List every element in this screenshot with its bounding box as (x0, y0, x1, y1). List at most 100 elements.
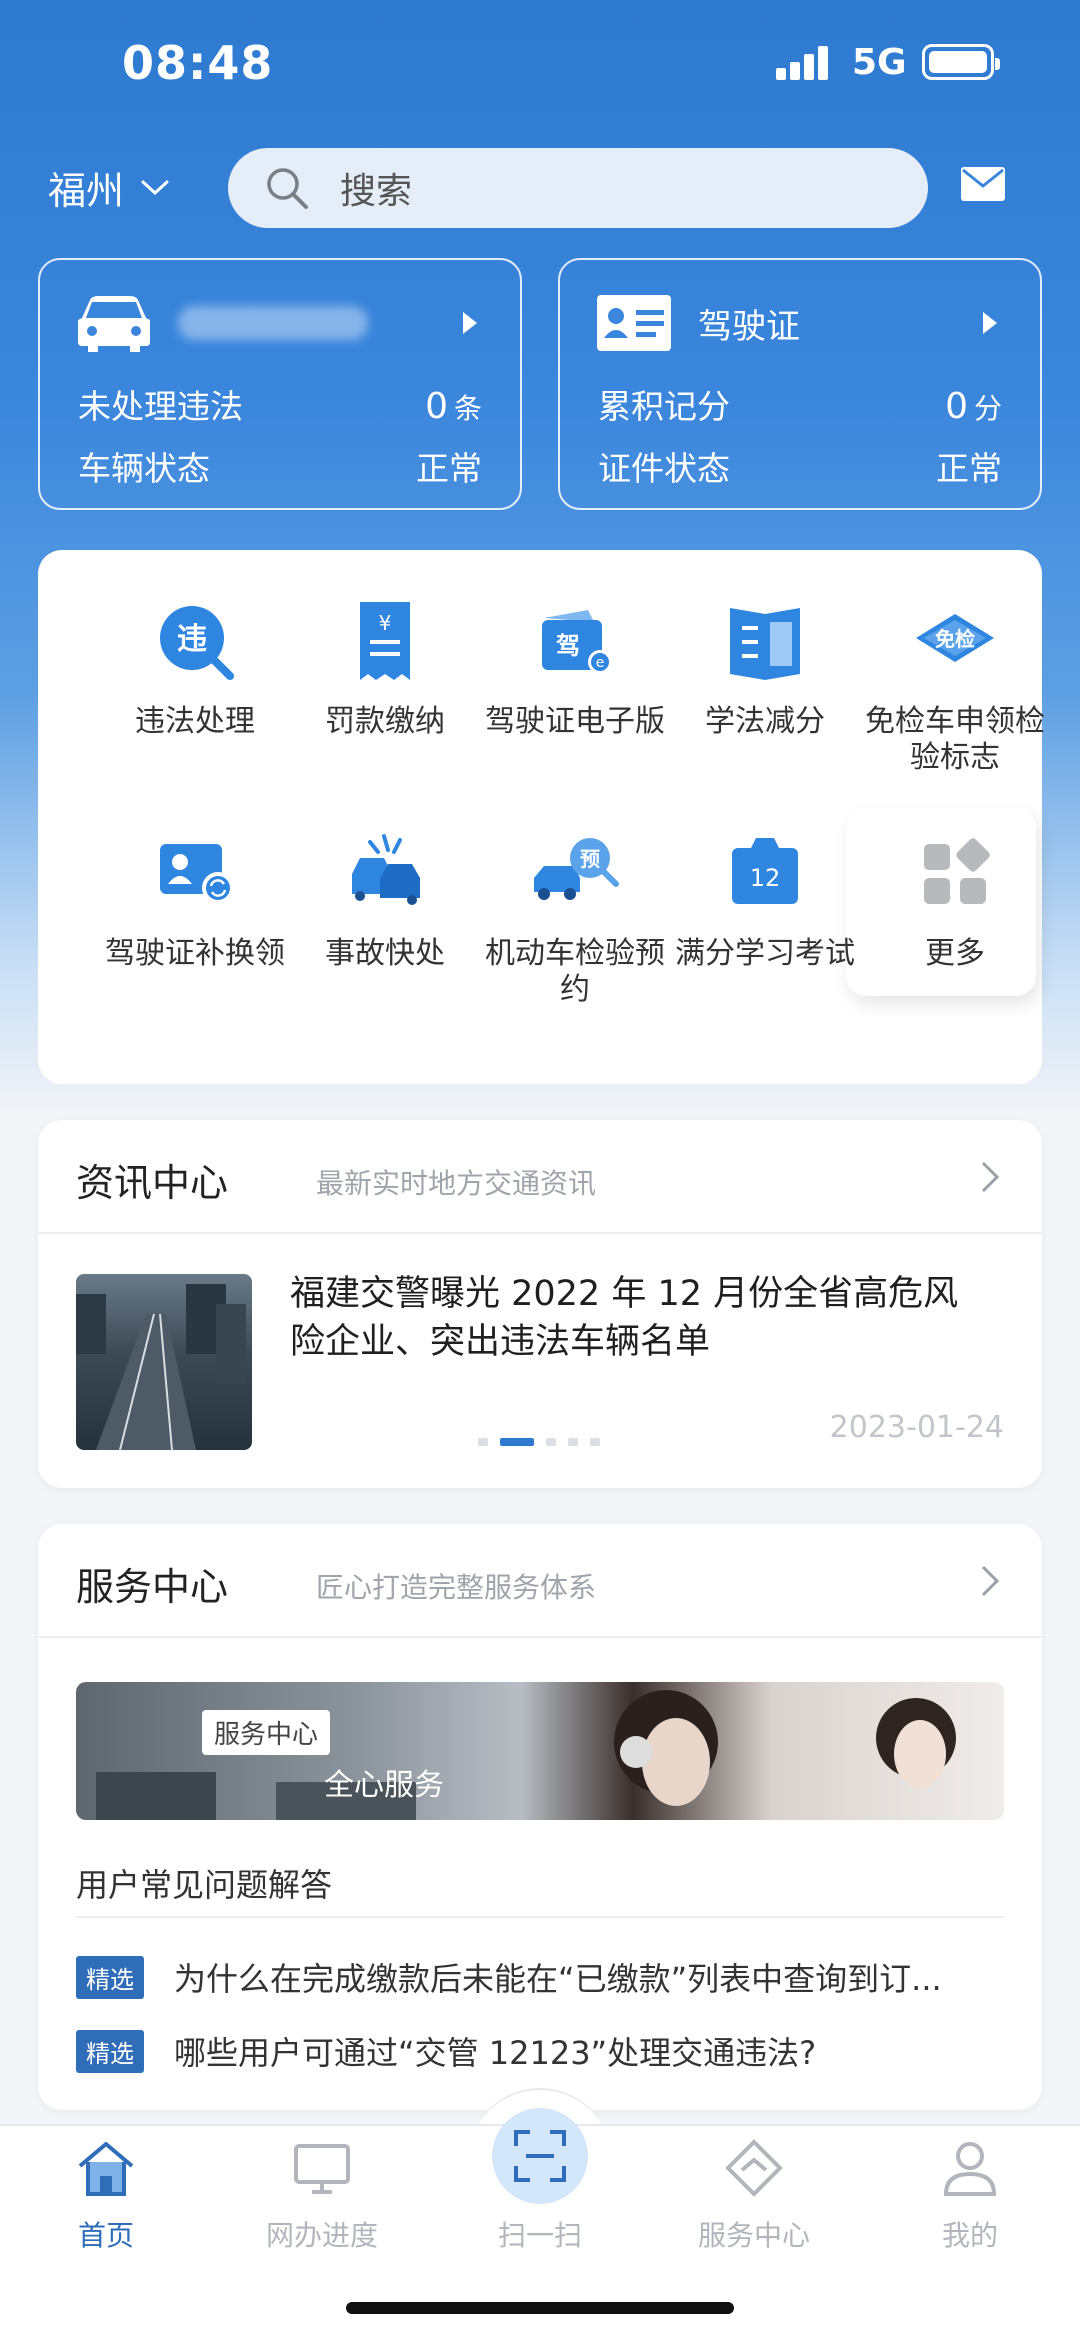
monitor-icon (294, 2144, 350, 2194)
svg-text:驾: 驾 (556, 632, 580, 660)
service-center-card: 服务中心 匠心打造完整服务体系 服务中心 全心服务 用户常见问题解答 精选 为什… (38, 1524, 1042, 2110)
service-study[interactable]: 学法减分 (670, 596, 860, 740)
home-icon (78, 2142, 134, 2196)
network-type: 5G (852, 42, 907, 83)
license-status-value: 正常 (936, 449, 1002, 488)
tab-home[interactable]: 首页 (6, 2136, 206, 2254)
banner-tag: 服务中心 (202, 1710, 331, 1755)
tab-progress[interactable]: 网办进度 (222, 2136, 422, 2254)
status-time: 08:48 (122, 36, 274, 90)
service-more[interactable]: 更多 (860, 828, 1050, 972)
points-value: 0 (945, 386, 968, 427)
vehicle-card[interactable]: 未处理违法 0条 车辆状态 正常 (38, 258, 522, 510)
service-violation[interactable]: 违 违法处理 (100, 596, 290, 740)
carousel-dots (478, 1438, 600, 1446)
divider (76, 1916, 1004, 1918)
tab-service-center[interactable]: 服务中心 (654, 2136, 854, 2254)
service-label: 学法减分 (705, 704, 825, 739)
service-label: 罚款缴纳 (325, 704, 445, 739)
featured-badge: 精选 (76, 1955, 144, 1999)
news-header[interactable]: 资讯中心 最新实时地方交通资讯 (38, 1120, 1042, 1234)
news-title: 资讯中心 (76, 1161, 229, 1205)
service-e-license[interactable]: 驾e 驾驶证电子版 (480, 596, 670, 740)
svg-text:e: e (596, 655, 605, 671)
license-card[interactable]: 驾驶证 累积记分 0分 证件状态 正常 (558, 258, 1042, 510)
more-grid-icon (924, 838, 990, 904)
carousel-dot-active (500, 1438, 534, 1446)
tab-label: 我的 (941, 2219, 998, 2252)
services-grid: 违 违法处理 ¥ 罚款缴纳 驾e 驾驶证电子版 学法减分 免检 免检车申领检验标… (38, 550, 1045, 1084)
vehicle-status-value: 正常 (416, 449, 482, 488)
scan-icon[interactable] (508, 2124, 572, 2188)
points-label: 累积记分 (598, 387, 730, 426)
search-bar[interactable]: 搜索 (228, 148, 928, 228)
city-selector[interactable]: 福州 (48, 160, 170, 215)
news-card: 资讯中心 最新实时地方交通资讯 福建交警曝光 2022 年 12 月份全省高危风… (38, 1120, 1042, 1488)
banner-text: 全心服务 (324, 1768, 444, 1803)
service-label: 违法处理 (135, 704, 255, 739)
license-replace-icon (160, 844, 234, 904)
license-plate-blurred (178, 306, 368, 340)
faq-item[interactable]: 精选 哪些用户可通过“交管 12123”处理交通违法? (76, 2028, 1004, 2074)
home-indicator (346, 2302, 734, 2314)
signal-icon (776, 44, 836, 80)
chevron-right-icon (981, 1161, 1000, 1193)
news-subtitle: 最新实时地方交通资讯 (316, 1167, 597, 1200)
service-inspection[interactable]: 预 机动车检验预约 (480, 828, 670, 1008)
service-fine[interactable]: ¥ 罚款缴纳 (290, 596, 480, 740)
news-headline[interactable]: 福建交警曝光 2022 年 12 月份全省高危风险企业、突出违法车辆名单 (290, 1270, 990, 1366)
svg-text:违: 违 (177, 622, 207, 657)
license-status-row: 证件状态 正常 (598, 442, 1002, 490)
points-row: 累积记分 0分 (598, 380, 1002, 428)
featured-badge: 精选 (76, 2029, 144, 2073)
violations-unit: 条 (453, 392, 482, 425)
service-center-subtitle: 匠心打造完整服务体系 (316, 1571, 597, 1604)
faq-item[interactable]: 精选 为什么在完成缴款后未能在“已缴款”列表中查询到订... (76, 1954, 1004, 2000)
service-license-replace[interactable]: 驾驶证补换领 (100, 828, 290, 972)
e-license-icon: 驾e (542, 610, 612, 674)
service-label: 更多 (925, 936, 985, 971)
exempt-badge-icon: 免检 (916, 614, 994, 662)
service-label: 驾驶证补换领 (105, 936, 285, 971)
tab-profile[interactable]: 我的 (870, 2136, 1070, 2254)
tab-label: 服务中心 (697, 2219, 810, 2252)
service-label: 事故快处 (325, 936, 445, 971)
tab-label: 扫一扫 (497, 2219, 582, 2252)
service-center-title: 服务中心 (76, 1565, 229, 1609)
service-label: 免检车申领检验标志 (865, 704, 1045, 775)
service-exempt[interactable]: 免检 免检车申领检验标志 (860, 596, 1050, 776)
vehicle-status-label: 车辆状态 (78, 449, 210, 488)
chevron-right-icon (983, 312, 997, 334)
inspection-icon: 预 (534, 838, 619, 900)
id-card-icon (597, 295, 671, 351)
carousel-dot (546, 1438, 556, 1446)
tab-label: 网办进度 (265, 2219, 378, 2252)
faq-title: 用户常见问题解答 (76, 1866, 333, 1904)
faq-question: 为什么在完成缴款后未能在“已缴款”列表中查询到订... (174, 1960, 942, 1998)
violations-value: 0 (425, 386, 448, 427)
violation-icon: 违 (160, 606, 234, 680)
carousel-dot (590, 1438, 600, 1446)
fine-icon: ¥ (360, 602, 410, 680)
chevron-down-icon (141, 180, 169, 195)
battery-icon (922, 44, 1000, 80)
search-placeholder: 搜索 (340, 171, 413, 212)
service-label: 机动车检验预约 (485, 936, 665, 1007)
tab-label: 首页 (77, 2219, 134, 2252)
service-full-score[interactable]: 12 满分学习考试 (670, 828, 860, 972)
license-status-label: 证件状态 (598, 449, 730, 488)
carousel-dot (568, 1438, 578, 1446)
news-thumbnail[interactable] (76, 1274, 252, 1450)
car-icon (78, 296, 150, 352)
violations-label: 未处理违法 (78, 387, 243, 426)
service-accident[interactable]: 事故快处 (290, 828, 480, 972)
profile-icon (943, 2142, 997, 2196)
svg-text:¥: ¥ (379, 611, 392, 635)
service-banner[interactable]: 服务中心 全心服务 (76, 1682, 1004, 1820)
license-title: 驾驶证 (698, 306, 800, 347)
mail-icon[interactable] (960, 166, 1006, 202)
service-label: 驾驶证电子版 (485, 704, 665, 739)
service-center-header[interactable]: 服务中心 匠心打造完整服务体系 (38, 1524, 1042, 1638)
faq-question: 哪些用户可通过“交管 12123”处理交通违法? (174, 2034, 817, 2072)
search-icon (267, 168, 308, 209)
